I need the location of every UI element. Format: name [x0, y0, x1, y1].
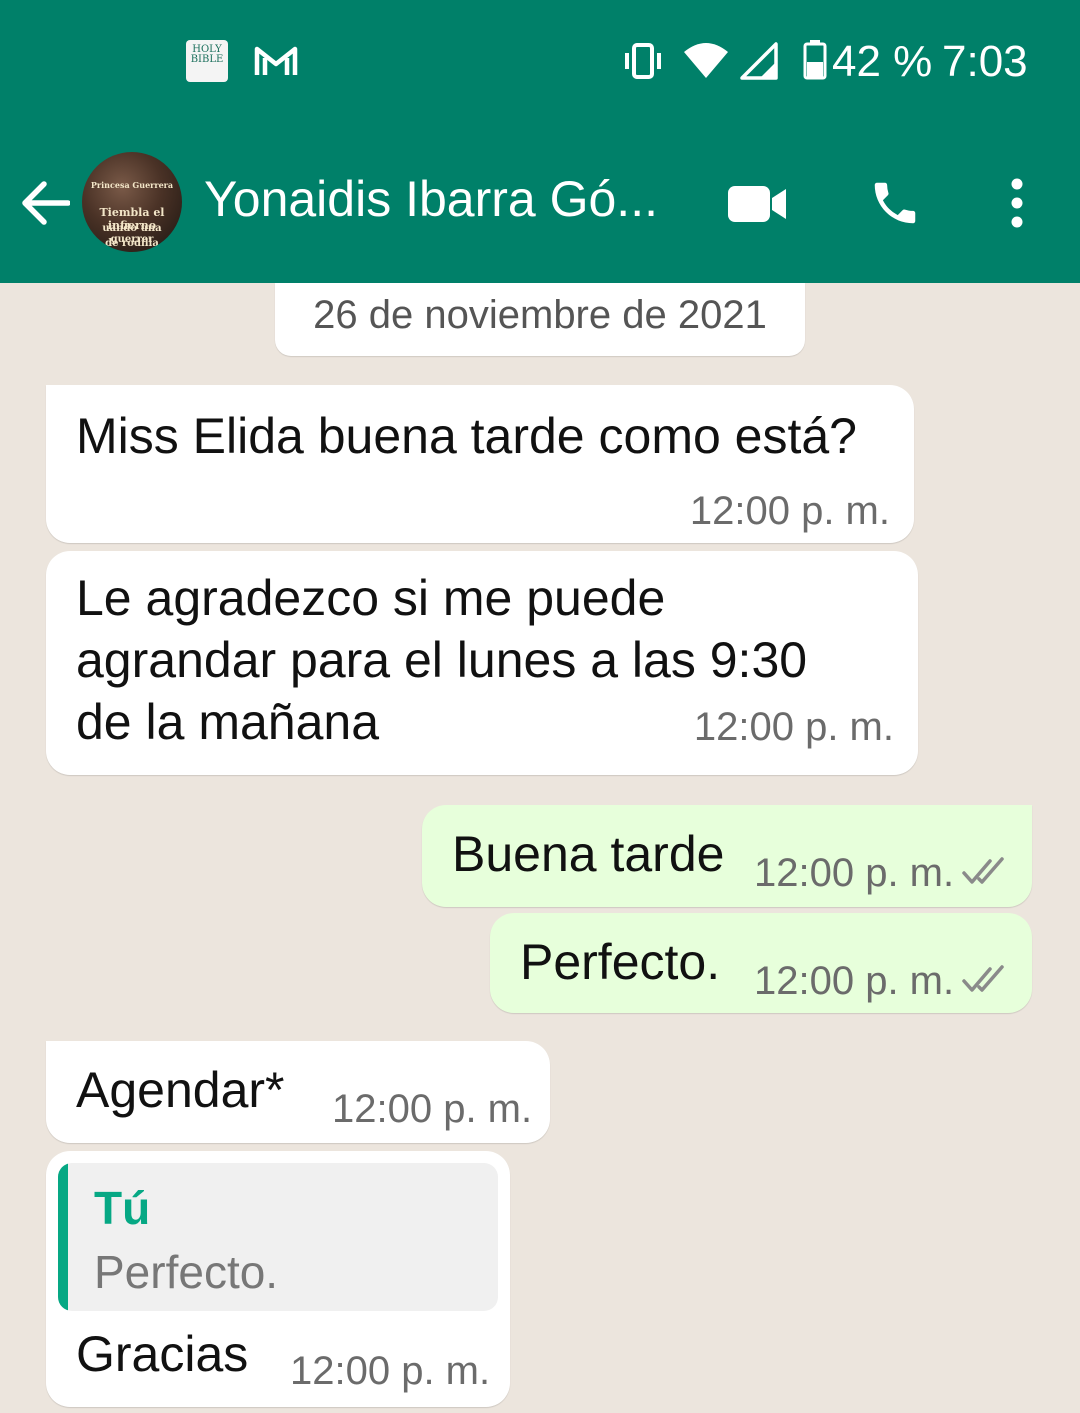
message-bubble-incoming[interactable]: Le agradezco si me puede agrandar para e…	[46, 551, 918, 775]
message-time: 12:00 p. m.	[754, 851, 955, 895]
date-separator-text: 26 de noviembre de 2021	[313, 293, 767, 337]
message-bubble-outgoing[interactable]: Perfecto. 12:00 p. m.	[490, 913, 1032, 1013]
message-time: 12:00 p. m.	[693, 705, 894, 749]
message-bubble-outgoing[interactable]: Buena tarde 12:00 p. m.	[422, 805, 1032, 907]
message-bubble-incoming-reply[interactable]: Tú Perfecto. Gracias 12:00 p. m.	[46, 1151, 510, 1407]
message-time: 12:00 p. m.	[290, 1349, 491, 1393]
video-call-icon[interactable]	[726, 184, 788, 224]
read-receipt-ticks-icon	[962, 965, 1004, 992]
message-bubble-incoming[interactable]: Miss Elida buena tarde como está? 12:00 …	[46, 385, 914, 543]
message-text: Agendar*	[76, 1062, 285, 1118]
read-receipt-ticks-icon	[962, 857, 1004, 884]
status-bar: HOLY BIBLE 42 % 7:03	[0, 0, 1080, 125]
chat-area[interactable]: 26 de noviembre de 2021 Miss Elida buena…	[0, 283, 1080, 1413]
quoted-author: Tú	[94, 1182, 151, 1234]
message-text: Perfecto.	[520, 934, 721, 990]
bible-app-icon: HOLY BIBLE	[186, 40, 228, 82]
vibrate-icon	[625, 43, 661, 79]
contact-name[interactable]: Yonaidis Ibarra Gó...	[204, 170, 658, 228]
battery-percent: 42 %	[832, 37, 933, 86]
avatar-caption-4: de rodilla	[105, 238, 159, 249]
more-options-icon[interactable]	[1006, 178, 1028, 228]
phone-call-icon[interactable]	[868, 176, 922, 230]
message-text-line: de la mañana	[76, 694, 380, 750]
message-text-line: agrandar para el lunes a las 9:30	[76, 632, 808, 688]
cell-signal-icon	[740, 42, 778, 80]
gmail-icon	[254, 46, 298, 75]
battery-icon	[803, 40, 827, 80]
contact-avatar[interactable]: Princesa Guerrera Tiembla el infierno ua…	[82, 152, 182, 252]
date-separator: 26 de noviembre de 2021	[275, 283, 805, 356]
message-bubble-incoming[interactable]: Agendar* 12:00 p. m.	[46, 1041, 550, 1143]
message-time: 12:00 p. m.	[332, 1087, 533, 1131]
message-time: 12:00 p. m.	[689, 489, 890, 533]
message-text-line: Le agradezco si me puede	[76, 570, 666, 626]
message-text: Miss Elida buena tarde como está?	[76, 408, 857, 464]
message-time: 12:00 p. m.	[754, 959, 955, 1003]
avatar-caption-1: Princesa Guerrera	[90, 180, 174, 190]
message-text: Buena tarde	[452, 826, 725, 882]
wifi-icon	[684, 43, 728, 78]
quoted-message[interactable]: Tú Perfecto.	[58, 1163, 498, 1311]
bible-icon-label: HOLY BIBLE	[190, 44, 224, 65]
app-header: HOLY BIBLE 42 % 7:03 Princesa Guerrera T…	[0, 0, 1080, 283]
status-clock: 7:03	[942, 37, 1028, 86]
message-text: Gracias	[76, 1326, 249, 1382]
quoted-text: Perfecto.	[94, 1246, 279, 1298]
back-arrow-icon[interactable]	[20, 180, 70, 226]
quote-accent-bar	[58, 1163, 68, 1311]
